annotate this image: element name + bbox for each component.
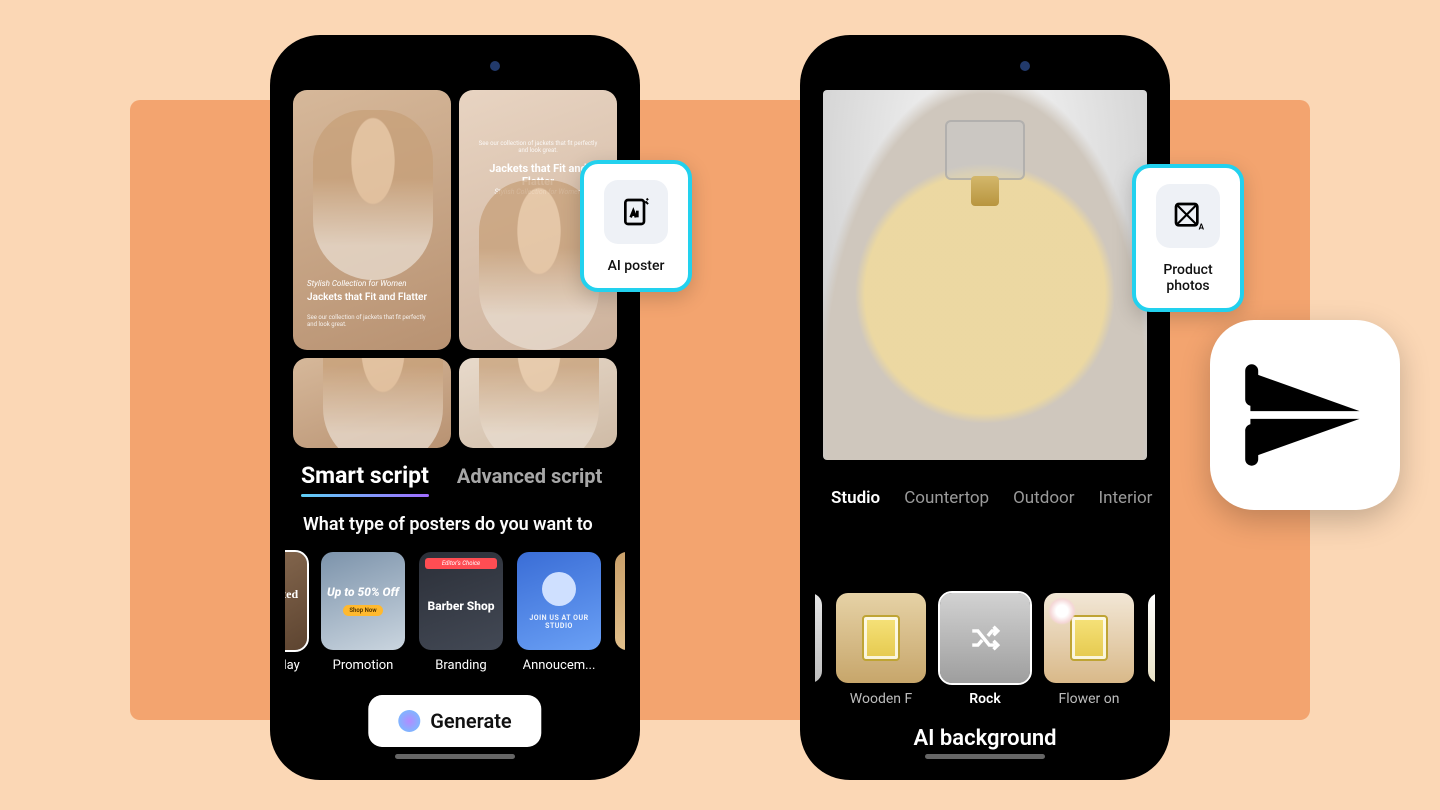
env-tab-interior[interactable]: Interior — [1098, 488, 1152, 508]
poster2-fineprint: See our collection of jackets that fit p… — [473, 140, 603, 154]
poster1-subtitle: Stylish Collection for Women — [307, 279, 437, 288]
callout-product-photos: AI Product photos — [1132, 164, 1244, 312]
shuffle-icon — [968, 621, 1002, 655]
callout-ai-poster: AI poster — [580, 160, 692, 292]
category-personal[interactable]: Happy Birthday Personal — [615, 552, 625, 673]
tab-smart-script[interactable]: Smart script — [301, 462, 429, 495]
generate-button[interactable]: Generate — [368, 695, 541, 747]
capcut-logo — [1210, 320, 1400, 510]
phone-notch — [930, 53, 1040, 79]
environment-tabs: Studio Countertop Outdoor Interior Flow — [815, 460, 1155, 522]
bg-option-flower-2[interactable]: Flower on — [1148, 593, 1155, 707]
phone-mockup-right: Studio Countertop Outdoor Interior Flow … — [800, 35, 1170, 780]
sparkle-icon — [398, 710, 420, 732]
poster-templates-grid: Stylish Collection for Women Jackets tha… — [285, 50, 625, 448]
category-promotion[interactable]: Up to 50% OffShop Now Promotion — [321, 552, 405, 673]
script-tabs: Smart script Advanced script — [285, 448, 625, 503]
bg-option-flower-1[interactable]: Flower on — [1044, 593, 1134, 707]
generate-label: Generate — [430, 709, 511, 733]
tab-advanced-script[interactable]: Advanced script — [457, 464, 602, 494]
poster1-headline: Jackets that Fit and Flatter — [307, 292, 437, 304]
bg-option-white-marble[interactable]: White Ma — [815, 593, 822, 707]
poster-template-1[interactable]: Stylish Collection for Women Jackets tha… — [293, 90, 451, 350]
phone-mockup-left: Stylish Collection for Women Jackets tha… — [270, 35, 640, 780]
background-options-strip: White Ma Wooden F Rock Flower on — [815, 579, 1155, 719]
poster-template-3[interactable] — [293, 358, 451, 448]
ai-poster-icon — [604, 180, 668, 244]
poster-category-strip: New Limited Edition duct display Up to 5… — [285, 536, 625, 683]
product-photos-icon: AI — [1156, 184, 1220, 248]
phone-notch — [400, 53, 510, 79]
bg-option-wooden[interactable]: Wooden F — [836, 593, 926, 707]
bg-option-rock[interactable]: Rock — [940, 593, 1030, 707]
poster-template-4[interactable] — [459, 358, 617, 448]
env-tab-outdoor[interactable]: Outdoor — [1013, 488, 1074, 508]
right-screen: Studio Countertop Outdoor Interior Flow … — [815, 50, 1155, 765]
poster1-fineprint: See our collection of jackets that fit p… — [307, 314, 437, 328]
env-tab-studio[interactable]: Studio — [831, 488, 880, 508]
ai-background-title: AI background — [815, 726, 1155, 751]
home-indicator — [925, 754, 1045, 759]
category-announcement[interactable]: JOIN US AT OUR STUDIO Annoucem... — [517, 552, 601, 673]
env-tab-countertop[interactable]: Countertop — [904, 488, 989, 508]
category-branding[interactable]: Editor's ChoiceBarber Shop Branding — [419, 552, 503, 673]
category-product-display[interactable]: New Limited Edition duct display — [285, 552, 307, 673]
left-screen: Stylish Collection for Women Jackets tha… — [285, 50, 625, 765]
capcut-icon — [1240, 355, 1370, 475]
svg-text:AI: AI — [1199, 222, 1204, 231]
product-preview-image — [823, 90, 1147, 460]
home-indicator — [395, 754, 515, 759]
